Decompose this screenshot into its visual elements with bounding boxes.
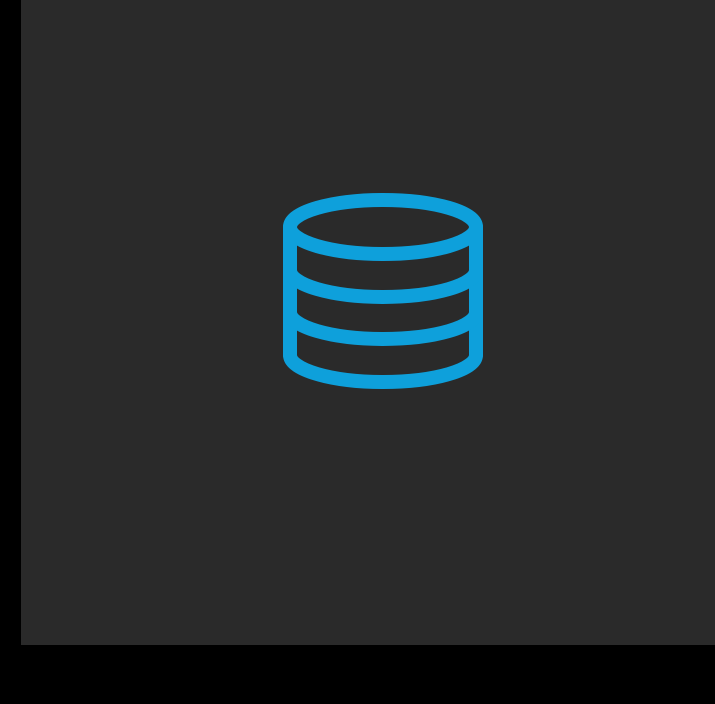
database-icon <box>279 186 487 394</box>
app-window <box>0 0 715 704</box>
content-panel <box>21 0 715 645</box>
